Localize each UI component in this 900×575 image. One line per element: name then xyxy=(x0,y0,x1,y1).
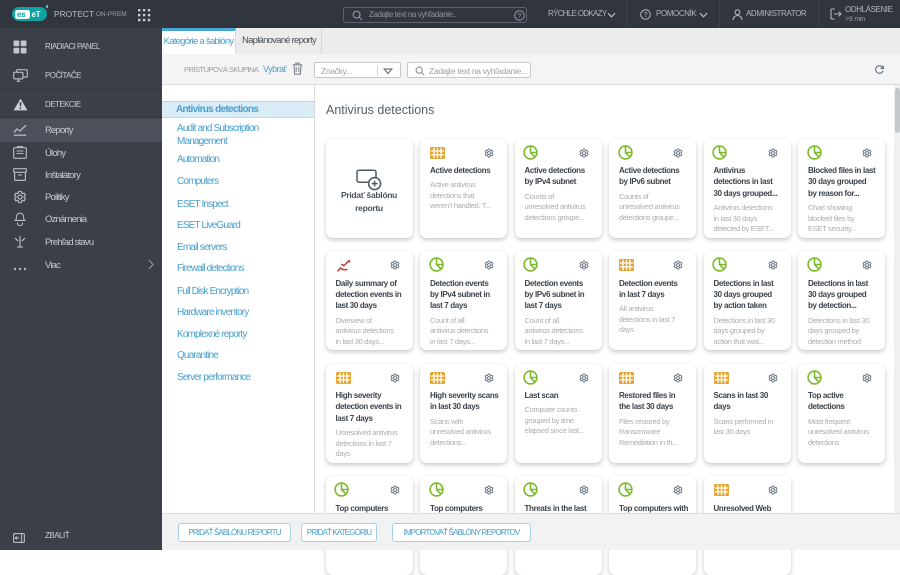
svg-text:?: ? xyxy=(518,13,522,20)
svg-text:?: ? xyxy=(643,10,647,19)
